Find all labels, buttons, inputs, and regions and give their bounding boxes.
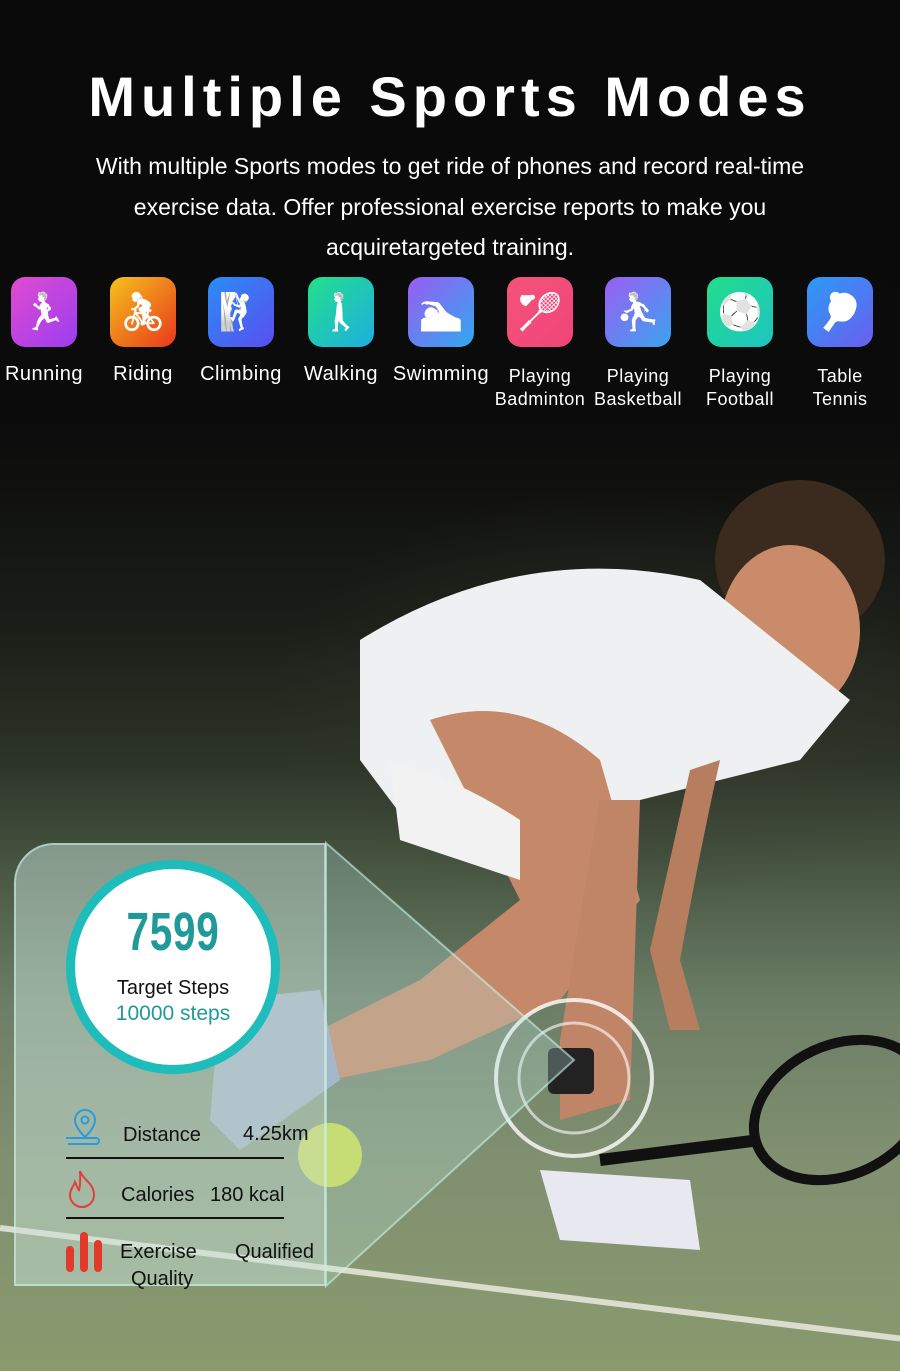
- description: With multiple Sports modes to get ride o…: [95, 153, 805, 260]
- sport-mode-walking[interactable]: 🚶 Walking: [291, 277, 391, 386]
- sport-mode-label-line: Football: [705, 389, 775, 409]
- sport-mode-label: Running: [4, 363, 83, 385]
- sport-mode-label: Playing Basketball: [588, 365, 688, 411]
- sport-mode-label: Walking: [304, 363, 378, 385]
- sport-mode-label: Table Tennis: [790, 365, 890, 411]
- sport-mode-swimming[interactable]: 🏊 Swimming: [391, 277, 491, 386]
- sport-mode-label: Climbing: [200, 363, 282, 385]
- sport-mode-label-line: Basketball: [593, 389, 683, 409]
- page-title: Multiple Sports Modes: [88, 65, 812, 128]
- sport-mode-label: Swimming: [392, 363, 490, 385]
- table-tennis-icon: 🏓: [807, 277, 873, 347]
- target-steps-label: Target Steps: [116, 977, 230, 999]
- steps-count: 7599: [126, 902, 220, 962]
- sport-mode-climbing[interactable]: 🧗 Climbing: [191, 277, 291, 386]
- sport-mode-label-line: Playing: [708, 366, 772, 386]
- sport-mode-running[interactable]: 🏃 Running: [0, 277, 94, 386]
- walking-icon: 🚶: [308, 277, 374, 347]
- divider: [66, 1217, 284, 1219]
- cycling-icon: 🚴: [110, 277, 176, 347]
- target-steps-value: 10000 steps: [115, 1002, 231, 1025]
- bar-chart-icon: [66, 1232, 102, 1272]
- distance-label: Distance: [123, 1124, 201, 1146]
- sport-mode-badminton[interactable]: 🏸 Playing Badminton: [490, 277, 590, 411]
- sport-mode-label-line: Playing: [508, 366, 572, 386]
- swimming-icon: 🏊: [408, 277, 474, 347]
- sport-mode-football[interactable]: ⚽ Playing Football: [690, 277, 790, 411]
- sport-mode-label: Playing Football: [690, 365, 790, 411]
- exercise-quality-label: Exercise: [120, 1241, 197, 1263]
- sport-mode-cycling[interactable]: 🚴 Riding: [93, 277, 193, 386]
- sport-mode-label: Playing Badminton: [490, 365, 590, 411]
- steps-ring: 7599 Target Steps 10000 steps: [66, 860, 280, 1074]
- sport-mode-label: Riding: [113, 363, 173, 385]
- sport-mode-basketball[interactable]: ⛹ Playing Basketball: [588, 277, 688, 411]
- basketball-icon: ⛹: [605, 277, 671, 347]
- exercise-quality-label-2: Quality: [131, 1268, 194, 1290]
- sport-mode-label-line: Tennis: [812, 389, 868, 409]
- location-pin-icon: [66, 1108, 100, 1145]
- running-icon: 🏃: [11, 277, 77, 347]
- sport-mode-label-line: Badminton: [494, 389, 586, 409]
- sport-mode-label-line: Playing: [606, 366, 670, 386]
- calories-value: 180 kcal: [210, 1184, 285, 1206]
- climbing-icon: 🧗: [208, 277, 274, 347]
- distance-value: 4.25km: [243, 1123, 309, 1145]
- calories-label: Calories: [121, 1184, 195, 1206]
- football-icon: ⚽: [707, 277, 773, 347]
- exercise-quality-value: Qualified: [235, 1241, 314, 1263]
- badminton-icon: 🏸: [507, 277, 573, 347]
- flame-icon: [68, 1170, 96, 1208]
- sport-mode-label-line: Table: [817, 366, 863, 386]
- sport-mode-table-tennis[interactable]: 🏓 Table Tennis: [790, 277, 890, 411]
- divider: [66, 1157, 284, 1159]
